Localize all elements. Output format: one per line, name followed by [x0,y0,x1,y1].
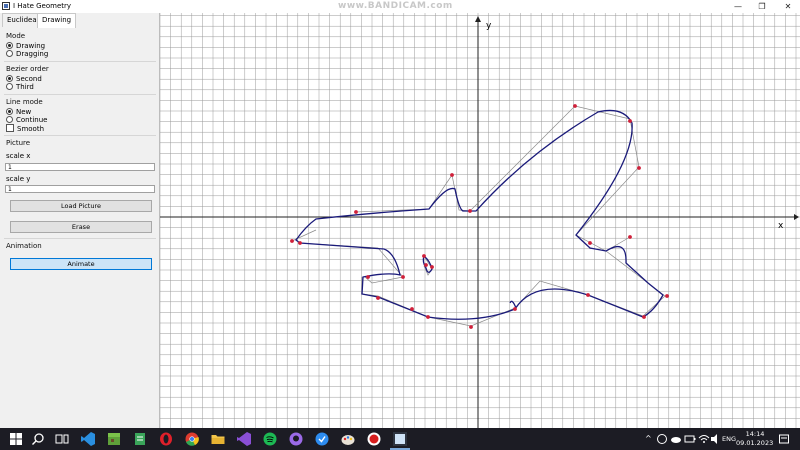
tab-drawing[interactable]: Drawing [37,13,77,28]
smooth-checkbox[interactable]: Smooth [6,124,44,133]
control-point[interactable] [468,209,472,213]
tray-chevron-icon[interactable]: ^ [645,434,652,443]
control-point[interactable] [401,275,405,279]
control-point[interactable] [628,235,632,239]
control-point[interactable] [290,239,294,243]
taskbar: ^ ENG 14:14 09.01.2023 [0,428,800,450]
drawing-canvas[interactable]: x y [160,13,800,428]
windows-start-icon[interactable] [8,431,24,447]
animation-section-title: Animation [6,242,42,250]
bezier-third-radio[interactable]: Third [6,83,34,91]
mode-dragging-radio[interactable]: Dragging [6,50,48,58]
x-axis-arrow [794,214,799,220]
control-point[interactable] [298,241,302,245]
wifi-icon[interactable] [698,433,710,445]
notifications-icon[interactable] [778,433,790,445]
control-point[interactable] [637,166,641,170]
chrome-icon[interactable] [184,431,200,447]
search-icon[interactable] [30,431,46,447]
divider [4,61,156,62]
line-new-radio[interactable]: New [6,108,31,116]
control-point[interactable] [642,315,646,319]
line-continue-radio[interactable]: Continue [6,116,47,124]
control-point[interactable] [426,315,430,319]
task-view-icon[interactable] [54,431,70,447]
control-point[interactable] [422,254,426,258]
app-icon [2,2,10,10]
close-button[interactable]: ✕ [776,0,800,13]
control-point[interactable] [513,307,517,311]
window-title: I Hate Geometry [13,2,72,10]
opera-icon[interactable] [158,431,174,447]
picture-section-title: Picture [6,139,31,147]
mode-drawing-radio[interactable]: Drawing [6,42,45,50]
mode-section-title: Mode [6,32,26,40]
grid [160,13,800,428]
github-icon[interactable] [288,431,304,447]
spotify-icon[interactable] [262,431,278,447]
vpn-icon[interactable] [314,431,330,447]
control-point[interactable] [586,293,590,297]
control-point[interactable] [573,104,577,108]
control-point[interactable] [424,263,428,267]
control-point[interactable] [450,173,454,177]
vscode-icon[interactable] [80,431,96,447]
radio-icon [6,83,13,90]
line-mode-section-title: Line mode [6,98,43,106]
control-point[interactable] [410,307,414,311]
load-picture-button[interactable]: Load Picture [10,200,152,212]
checkbox-icon [6,124,14,132]
control-panel: Euclidean Drawing Mode Drawing Dragging … [0,13,160,428]
visual-studio-icon[interactable] [236,431,252,447]
bandicam-icon[interactable] [366,431,382,447]
accessibility-icon[interactable] [656,433,668,445]
divider [4,238,156,239]
cloud-icon[interactable] [670,433,682,445]
file-explorer-icon[interactable] [210,431,226,447]
control-point[interactable] [376,296,380,300]
title-bar: I Hate Geometry www.BANDICAM.com — ❐ ✕ [0,0,800,13]
bandicam-watermark: www.BANDICAM.com [338,1,453,11]
radio-selected-icon [6,42,13,49]
control-point[interactable] [665,294,669,298]
control-point[interactable] [588,241,592,245]
x-axis-label: x [778,221,784,231]
control-point[interactable] [469,325,473,329]
paint-icon[interactable] [340,431,356,447]
erase-button[interactable]: Erase [10,221,152,233]
divider [4,135,156,136]
radio-icon [6,50,13,57]
scale-x-input[interactable]: 1 [5,163,155,171]
control-point[interactable] [430,265,434,269]
bezier-section-title: Bezier order [6,65,49,73]
minimize-button[interactable]: — [726,0,750,13]
scale-y-input[interactable]: 1 [5,185,155,193]
control-point[interactable] [628,119,632,123]
radio-selected-icon [6,75,13,82]
radio-selected-icon [6,108,13,115]
minecraft-icon[interactable] [106,431,122,447]
bezier-second-radio[interactable]: Second [6,75,42,83]
maximize-button[interactable]: ❐ [750,0,774,13]
notepad-icon[interactable] [132,431,148,447]
y-axis-arrow [475,16,481,22]
control-point[interactable] [354,210,358,214]
y-axis-label: y [486,21,492,31]
clock-time[interactable]: 14:14 [740,430,770,438]
control-point[interactable] [366,275,370,279]
app-icon[interactable] [392,431,408,447]
radio-icon [6,116,13,123]
clock-date[interactable]: 09.01.2023 [736,439,773,447]
canvas-svg[interactable]: x y [160,13,800,428]
animate-button[interactable]: Animate [10,258,152,270]
divider [4,94,156,95]
scale-y-label: scale y [6,175,31,183]
scale-x-label: scale x [6,152,31,160]
battery-icon[interactable] [684,433,696,445]
